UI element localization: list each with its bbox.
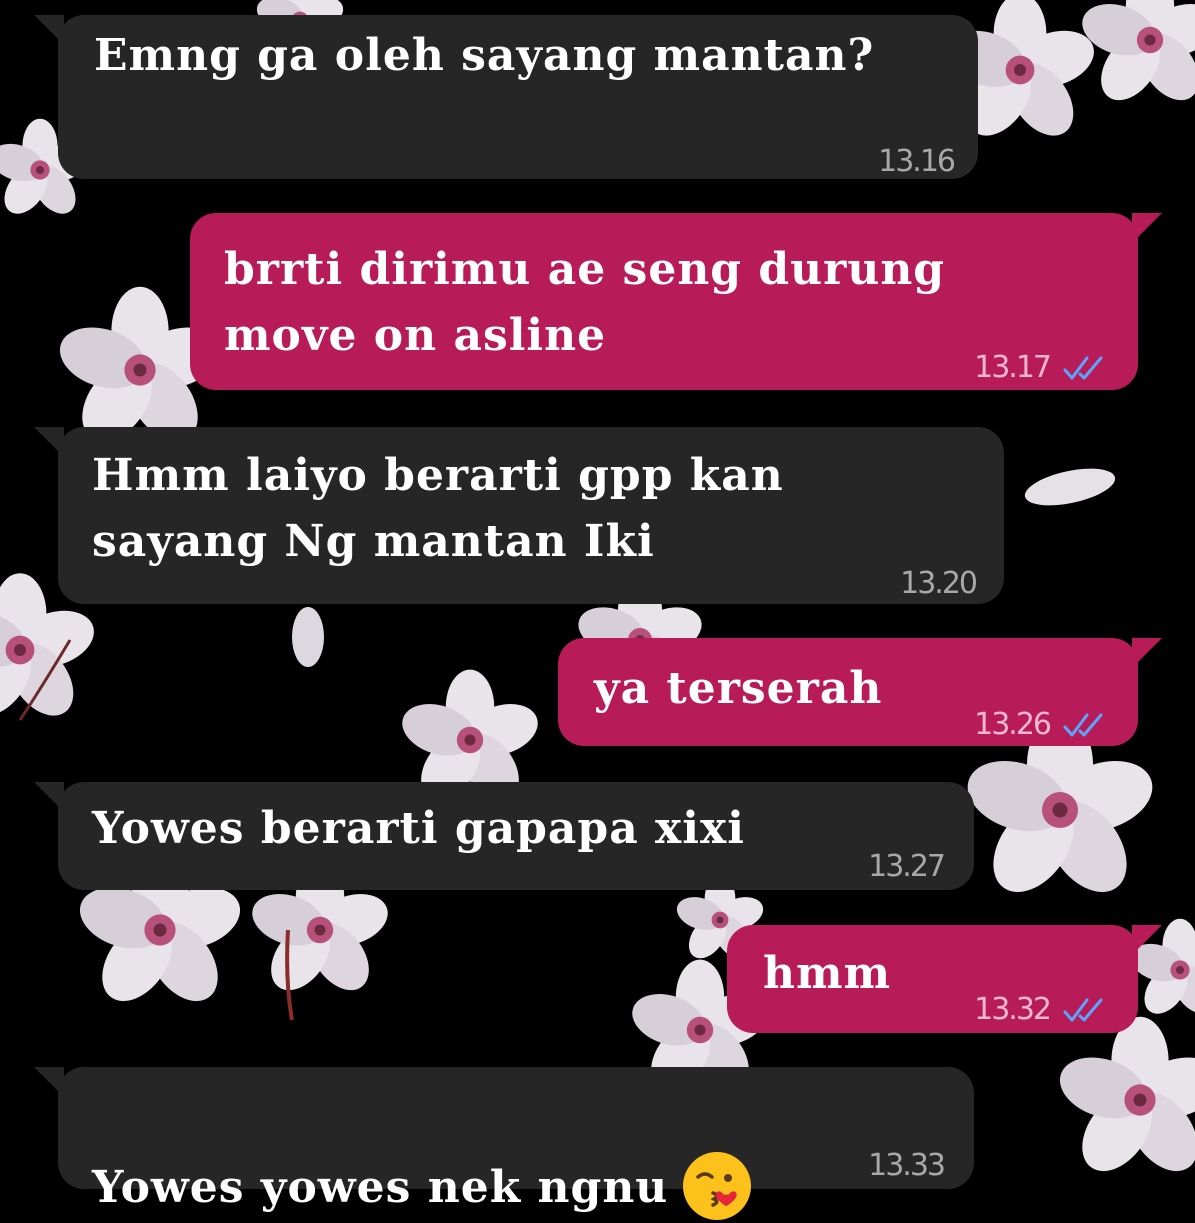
message-meta: 13.33 (868, 1133, 946, 1199)
face-blowing-kiss-emoji (683, 1151, 752, 1220)
message-meta: 13.32 (974, 977, 1108, 1043)
message-meta: 13.26 (974, 692, 1108, 758)
message-text: ya terserah (594, 663, 883, 714)
message-time: 13.20 (900, 566, 978, 601)
message-time: 13.32 (974, 992, 1052, 1027)
outgoing-message[interactable]: ya terserah 13.26 (558, 638, 1162, 746)
message-text-content: Yowes yowes nek ngnu (92, 1162, 669, 1213)
message-text: Emng ga oleh sayang mantan? (94, 30, 875, 81)
bubble-tail (34, 782, 64, 812)
read-double-check-icon (1063, 356, 1103, 380)
message-meta: 13.27 (868, 834, 946, 900)
outgoing-message[interactable]: hmm 13.32 (727, 925, 1162, 1033)
message-text: hmm (763, 948, 892, 999)
message-text: Yowes berarti gapapa xixi (92, 803, 745, 854)
outgoing-message[interactable]: brrti dirimu ae seng durung move on asli… (190, 213, 1162, 390)
message-text: Yowes yowes nek ngnu (92, 1089, 852, 1223)
bubble-tail (34, 1067, 64, 1097)
message-time: 13.27 (868, 849, 946, 884)
read-double-check-icon (1063, 713, 1103, 737)
incoming-message[interactable]: Yowes berarti gapapa xixi 13.27 (34, 782, 974, 890)
message-meta: 13.17 (974, 335, 1108, 401)
read-double-check-icon (1063, 998, 1103, 1022)
bubble-tail (1132, 925, 1162, 955)
message-time: 13.26 (974, 707, 1052, 742)
bubble-tail (34, 15, 64, 45)
incoming-message[interactable]: Emng ga oleh sayang mantan? 13.16 (34, 15, 978, 179)
bubble-tail (1132, 638, 1162, 668)
message-time: 13.16 (878, 144, 956, 179)
message-text: brrti dirimu ae seng durung move on asli… (224, 244, 946, 361)
message-meta: 13.16 (878, 129, 956, 195)
message-text: Hmm laiyo berarti gpp kan sayang Ng mant… (92, 450, 784, 567)
message-time: 13.17 (974, 350, 1052, 385)
bubble-tail (34, 427, 64, 457)
bubble-tail (1132, 213, 1162, 243)
message-meta: 13.20 (900, 551, 978, 617)
incoming-message[interactable]: Yowes yowes nek ngnu 13.33 (34, 1067, 974, 1220)
message-time: 13.33 (868, 1148, 946, 1183)
incoming-message[interactable]: Hmm laiyo berarti gpp kan sayang Ng mant… (34, 427, 1004, 604)
